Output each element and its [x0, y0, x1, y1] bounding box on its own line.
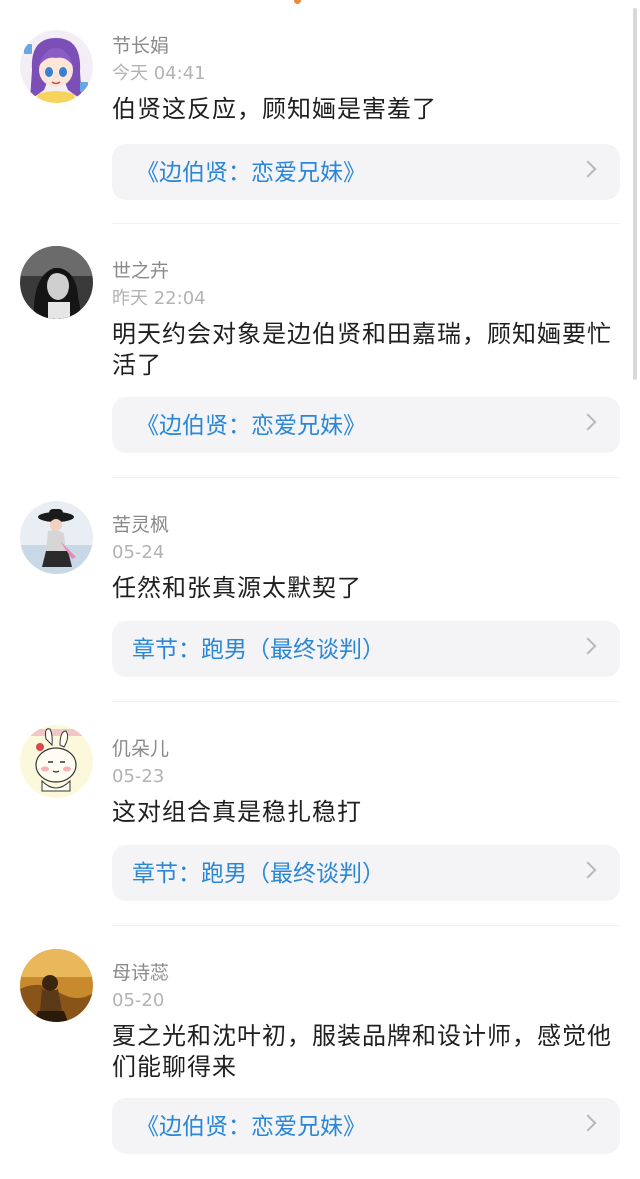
- comment-feed: 节长娟 今天 04:41 伯贤这反应，顾知婳是害羞了 《边伯贤：恋爱兄妹》 世之…: [0, 0, 640, 1179]
- bw-portrait-avatar[interactable]: [20, 246, 93, 319]
- cartoon-rabbit-avatar[interactable]: [20, 725, 93, 798]
- comment-item: 节长娟 今天 04:41 伯贤这反应，顾知婳是害羞了 《边伯贤：恋爱兄妹》: [20, 0, 620, 224]
- golden-field-avatar[interactable]: [20, 949, 93, 1022]
- chapter-link-card[interactable]: 章节：跑男（最终谈判）: [112, 845, 620, 901]
- chevron-right-icon: [579, 413, 597, 431]
- chapter-link-label: 《边伯贤：恋爱兄妹》: [136, 413, 366, 439]
- comment-time: 05-20: [112, 990, 165, 1011]
- comment-time: 今天 04:41: [112, 63, 206, 84]
- comment-text: 任然和张真源太默契了: [112, 574, 362, 602]
- chevron-right-icon: [579, 861, 597, 879]
- chapter-link-card[interactable]: 《边伯贤：恋爱兄妹》: [112, 1098, 620, 1154]
- chapter-link-card[interactable]: 《边伯贤：恋爱兄妹》: [112, 144, 620, 200]
- chevron-right-icon: [579, 1114, 597, 1132]
- comment-username[interactable]: 节长娟: [112, 34, 169, 58]
- chapter-link-label: 章节：跑男（最终谈判）: [132, 637, 385, 663]
- comment-username[interactable]: 母诗蕊: [112, 961, 169, 985]
- comment-username[interactable]: 仉朵儿: [112, 737, 169, 761]
- comment-text: 明天约会对象是边伯贤和田嘉瑞，顾知婳要忙活了: [112, 320, 612, 379]
- comment-username[interactable]: 世之卉: [112, 259, 169, 283]
- chapter-link-label: 《边伯贤：恋爱兄妹》: [136, 1114, 366, 1140]
- chevron-right-icon: [579, 160, 597, 178]
- chevron-right-icon: [579, 637, 597, 655]
- comment-text: 伯贤这反应，顾知婳是害羞了: [112, 95, 437, 123]
- chapter-link-card[interactable]: 章节：跑男（最终谈判）: [112, 621, 620, 677]
- comment-item: 仉朵儿 05-23 这对组合真是稳扎稳打 章节：跑男（最终谈判）: [20, 702, 620, 926]
- comment-username[interactable]: 苦灵枫: [112, 513, 169, 537]
- comment-text: 这对组合真是稳扎稳打: [112, 798, 362, 826]
- comment-item: 苦灵枫 05-24 任然和张真源太默契了 章节：跑男（最终谈判）: [20, 478, 620, 702]
- comment-time: 昨天 22:04: [112, 288, 206, 309]
- anime-girl-avatar[interactable]: [20, 30, 93, 103]
- comment-time: 05-24: [112, 542, 165, 563]
- chapter-link-card[interactable]: 《边伯贤：恋爱兄妹》: [112, 397, 620, 453]
- woman-hat-avatar[interactable]: [20, 501, 93, 574]
- comment-time: 05-23: [112, 766, 165, 787]
- comment-item: 世之卉 昨天 22:04 明天约会对象是边伯贤和田嘉瑞，顾知婳要忙活了 《边伯贤…: [20, 224, 620, 478]
- chapter-link-label: 《边伯贤：恋爱兄妹》: [136, 160, 366, 186]
- comment-item: 母诗蕊 05-20 夏之光和沈叶初，服装品牌和设计师，感觉他们能聊得来 《边伯贤…: [20, 926, 620, 1179]
- comment-text: 夏之光和沈叶初，服装品牌和设计师，感觉他们能聊得来: [112, 1022, 612, 1081]
- chapter-link-label: 章节：跑男（最终谈判）: [132, 861, 385, 887]
